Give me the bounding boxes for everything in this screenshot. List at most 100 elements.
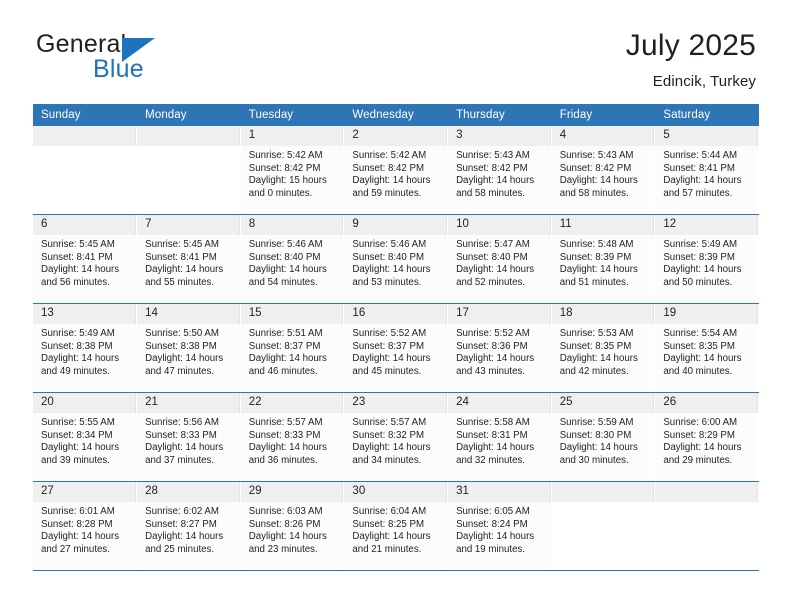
day-cell-inner: 17 Sunrise: 5:52 AM Sunset: 8:36 PM Dayligh… [448,304,551,392]
calendar-day-cell[interactable]: 3 Sunrise: 5:43 AM Sunset: 8:42 PM Daylight… [447,126,552,215]
sunrise-text: Sunrise: 6:05 AM [456,506,530,517]
day-number: 7 [137,215,240,235]
day-number: 5 [655,126,758,146]
calendar-week-row: 1 Sunrise: 5:42 AM Sunset: 8:42 PM Daylight… [33,126,759,215]
sunset-text: Sunset: 8:35 PM [663,340,735,352]
daylight-text-line1: Daylight: 14 hours [663,442,742,454]
sunset-text: Sunset: 8:35 PM [559,340,632,352]
calendar-day-cell[interactable]: 23 Sunrise: 5:57 AM Sunset: 8:32 PM Dayligh… [343,392,449,482]
daylight-text-line1: Daylight: 14 hours [352,442,431,454]
daylight-text-line1: Daylight: 14 hours [352,175,431,187]
sun-info: Sunrise: 6:05 AM Sunset: 8:24 PM Daylight:… [448,502,551,556]
calendar-day-cell[interactable]: 10 Sunrise: 5:47 AM Sunset: 8:40 PM Dayligh… [447,214,552,304]
day-cell-inner: 1 Sunrise: 5:42 AM Sunset: 8:42 PM Daylight… [240,126,344,214]
sun-info: Sunrise: 5:46 AM Sunset: 8:40 PM Daylight:… [241,235,344,289]
sunrise-text: Sunrise: 5:56 AM [145,417,219,428]
logo-text-blue: Blue [93,55,144,83]
calendar-day-cell[interactable]: 17 Sunrise: 5:52 AM Sunset: 8:36 PM Dayligh… [447,303,552,393]
day-number: 14 [137,304,240,324]
sun-info: Sunrise: 5:57 AM Sunset: 8:33 PM Daylight:… [241,413,344,467]
calendar-day-cell[interactable]: 12 Sunrise: 5:49 AM Sunset: 8:39 PM Dayligh… [654,214,759,304]
day-cell-inner: 7 Sunrise: 5:45 AM Sunset: 8:41 PM Daylight… [137,215,240,303]
sunrise-text: Sunrise: 5:42 AM [352,150,427,161]
daylight-text-line1: Daylight: 14 hours [559,442,638,454]
sunset-text: Sunset: 8:24 PM [456,518,528,530]
sunrise-text: Sunrise: 5:44 AM [663,150,738,161]
sun-info: Sunrise: 5:52 AM Sunset: 8:36 PM Daylight:… [448,324,551,378]
calendar-day-cell[interactable]: 9 Sunrise: 5:46 AM Sunset: 8:40 PM Daylight… [343,214,449,304]
calendar-day-cell[interactable]: 19 Sunrise: 5:54 AM Sunset: 8:35 PM Dayligh… [654,303,759,393]
calendar-day-cell[interactable]: 18 Sunrise: 5:53 AM Sunset: 8:35 PM Dayligh… [551,303,656,393]
daylight-text-line1: Daylight: 14 hours [248,353,327,365]
daylight-text-line2: and 58 minutes. [559,187,629,199]
sun-info: Sunrise: 5:51 AM Sunset: 8:37 PM Daylight:… [241,324,344,378]
sunrise-text: Sunrise: 5:48 AM [559,239,634,250]
day-number: 3 [448,126,551,146]
calendar-day-cell[interactable]: 6 Sunrise: 5:45 AM Sunset: 8:41 PM Daylight… [33,214,138,304]
calendar-day-cell[interactable]: 29 Sunrise: 6:03 AM Sunset: 8:26 PM Dayligh… [240,481,345,571]
calendar-day-cell[interactable]: 7 Sunrise: 5:45 AM Sunset: 8:41 PM Daylight… [136,214,241,304]
day-number [137,126,240,146]
daylight-text-line2: and 36 minutes. [248,454,318,466]
sun-info: Sunrise: 5:58 AM Sunset: 8:31 PM Daylight:… [448,413,551,467]
calendar-day-cell[interactable]: 14 Sunrise: 5:50 AM Sunset: 8:38 PM Dayligh… [136,303,241,393]
daylight-text-line1: Daylight: 14 hours [41,264,120,276]
day-cell-inner: 23 Sunrise: 5:57 AM Sunset: 8:32 PM Dayligh… [344,393,448,481]
calendar-day-cell[interactable]: 28 Sunrise: 6:02 AM Sunset: 8:27 PM Dayligh… [136,481,241,571]
calendar-day-cell[interactable]: 8 Sunrise: 5:46 AM Sunset: 8:40 PM Daylight… [240,214,345,304]
sunset-text: Sunset: 8:42 PM [559,162,632,174]
daylight-text-line1: Daylight: 14 hours [352,264,431,276]
daylight-text-line2: and 53 minutes. [352,276,422,288]
calendar-day-cell[interactable]: 24 Sunrise: 5:58 AM Sunset: 8:31 PM Dayligh… [447,392,552,482]
sunset-text: Sunset: 8:34 PM [41,429,113,441]
daylight-text-line2: and 25 minutes. [145,543,215,555]
sun-info: Sunrise: 5:54 AM Sunset: 8:35 PM Daylight:… [655,324,758,378]
daylight-text-line2: and 50 minutes. [663,276,733,288]
day-number: 12 [655,215,758,235]
day-number: 22 [240,393,344,413]
sun-info: Sunrise: 6:00 AM Sunset: 8:29 PM Daylight:… [655,413,758,467]
calendar-day-cell[interactable]: 27 Sunrise: 6:01 AM Sunset: 8:28 PM Dayligh… [33,481,138,571]
calendar-day-cell[interactable]: 26 Sunrise: 6:00 AM Sunset: 8:29 PM Dayligh… [654,392,759,482]
sunrise-text: Sunrise: 5:45 AM [145,239,219,250]
day-number: 1 [240,126,344,146]
calendar-day-cell[interactable]: 4 Sunrise: 5:43 AM Sunset: 8:42 PM Daylight… [551,126,656,215]
sunset-text: Sunset: 8:40 PM [456,251,528,263]
weekday-header-monday: Monday [136,104,241,126]
calendar-day-cell[interactable]: 20 Sunrise: 5:55 AM Sunset: 8:34 PM Dayligh… [33,392,138,482]
calendar-day-cell[interactable]: 13 Sunrise: 5:49 AM Sunset: 8:38 PM Dayligh… [33,303,138,393]
day-cell-inner: 25 Sunrise: 5:59 AM Sunset: 8:30 PM Dayligh… [551,393,655,481]
daylight-text-line1: Daylight: 14 hours [41,353,120,365]
daylight-text-line2: and 0 minutes. [248,187,313,199]
calendar-day-cell[interactable]: 16 Sunrise: 5:52 AM Sunset: 8:37 PM Dayligh… [343,303,449,393]
calendar-day-cell[interactable]: 15 Sunrise: 5:51 AM Sunset: 8:37 PM Dayligh… [240,303,345,393]
weekday-header-friday: Friday [551,104,656,126]
location-subtitle: Edincik, Turkey [652,73,756,90]
daylight-text-line2: and 32 minutes. [456,454,525,466]
calendar-day-cell[interactable]: 31 Sunrise: 6:05 AM Sunset: 8:24 PM Dayligh… [447,481,552,571]
calendar-day-cell[interactable]: 5 Sunrise: 5:44 AM Sunset: 8:41 PM Daylight… [654,126,759,215]
sunset-text: Sunset: 8:39 PM [559,251,632,263]
sunrise-text: Sunrise: 6:04 AM [352,506,427,517]
calendar-day-cell[interactable]: 21 Sunrise: 5:56 AM Sunset: 8:33 PM Dayligh… [136,392,241,482]
day-number [655,482,758,502]
calendar-day-cell[interactable]: 22 Sunrise: 5:57 AM Sunset: 8:33 PM Dayligh… [240,392,345,482]
daylight-text-line2: and 23 minutes. [248,543,318,555]
general-blue-logo: General Blue [33,28,263,92]
calendar-day-cell[interactable]: 11 Sunrise: 5:48 AM Sunset: 8:39 PM Dayligh… [551,214,656,304]
sun-info: Sunrise: 6:02 AM Sunset: 8:27 PM Daylight:… [137,502,240,556]
calendar-day-cell[interactable]: 2 Sunrise: 5:42 AM Sunset: 8:42 PM Daylight… [343,126,449,215]
sunrise-text: Sunrise: 6:02 AM [145,506,219,517]
day-number: 2 [344,126,448,146]
daylight-text-line2: and 46 minutes. [248,365,318,377]
calendar-day-cell[interactable]: 30 Sunrise: 6:04 AM Sunset: 8:25 PM Dayligh… [343,481,449,571]
sunrise-text: Sunrise: 6:03 AM [248,506,323,517]
day-cell-inner: 22 Sunrise: 5:57 AM Sunset: 8:33 PM Dayligh… [240,393,344,481]
sunrise-text: Sunrise: 6:00 AM [663,417,738,428]
sunrise-text: Sunrise: 5:50 AM [145,328,219,339]
day-number: 23 [344,393,448,413]
calendar-day-cell[interactable]: 1 Sunrise: 5:42 AM Sunset: 8:42 PM Daylight… [240,126,345,215]
sunset-text: Sunset: 8:41 PM [663,162,735,174]
calendar-day-cell[interactable]: 25 Sunrise: 5:59 AM Sunset: 8:30 PM Dayligh… [551,392,656,482]
sunrise-text: Sunrise: 5:45 AM [41,239,115,250]
